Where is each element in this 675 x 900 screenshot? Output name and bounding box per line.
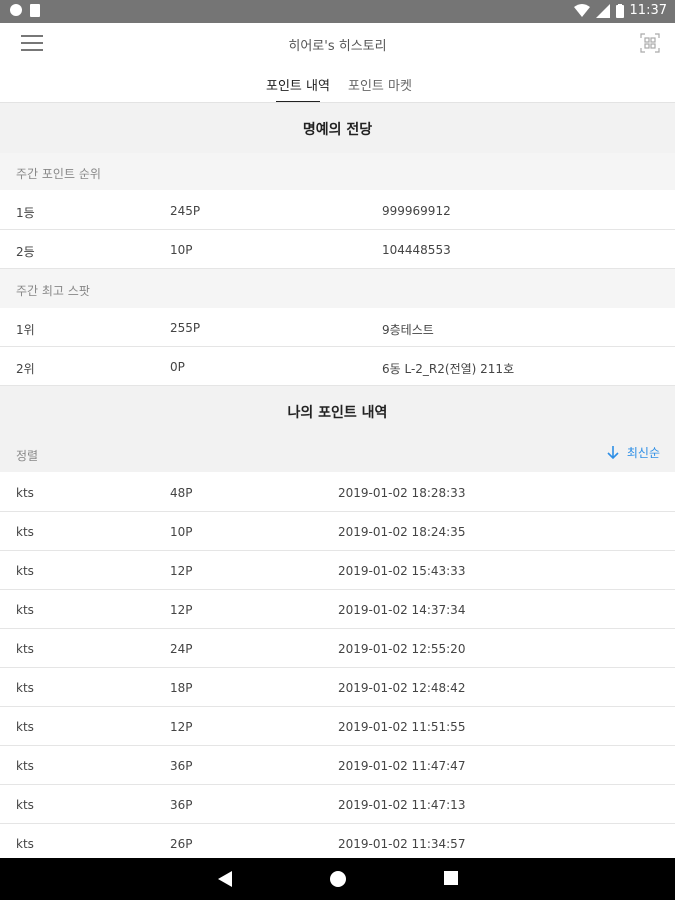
- arrow-down-icon: [607, 445, 619, 459]
- history-points: 12P: [170, 720, 193, 734]
- rank-name: 999969912: [382, 204, 451, 218]
- history-user: kts: [16, 603, 34, 617]
- history-user: kts: [16, 681, 34, 695]
- history-user: kts: [16, 798, 34, 812]
- wifi-icon: [573, 3, 590, 17]
- history-row: kts 18P 2019-01-02 12:48:42: [0, 668, 675, 707]
- recent-apps-icon[interactable]: [443, 870, 459, 886]
- spot-name: 9층테스트: [382, 323, 434, 337]
- sort-button[interactable]: 최신순: [607, 444, 660, 461]
- history-row: kts 24P 2019-01-02 12:55:20: [0, 629, 675, 668]
- history-points: 10P: [170, 525, 193, 539]
- page-title: 히어로's 히스토리: [288, 39, 387, 54]
- weekly-spot-band: [0, 269, 675, 308]
- history-points: 24P: [170, 642, 193, 656]
- status-time: 11:37: [629, 3, 667, 18]
- history-points: 12P: [170, 564, 193, 578]
- history-user: kts: [16, 759, 34, 773]
- rank-points: 245P: [170, 204, 201, 218]
- spot-rank-label: 2위: [16, 362, 35, 376]
- history-time: 2019-01-02 12:55:20: [338, 642, 466, 656]
- spot-points: 0P: [170, 360, 185, 374]
- weekly-rank-band: [0, 153, 675, 190]
- home-icon[interactable]: [329, 870, 347, 888]
- history-row: kts 48P 2019-01-02 18:28:33: [0, 473, 675, 512]
- history-time: 2019-01-02 15:43:33: [338, 564, 466, 578]
- history-row: kts 12P 2019-01-02 11:51:55: [0, 707, 675, 746]
- spot-rank-label: 1위: [16, 323, 35, 337]
- history-time: 2019-01-02 12:48:42: [338, 681, 466, 695]
- rank-label: 1등: [16, 206, 35, 220]
- hall-of-fame-title: 명예의 전당: [302, 122, 373, 138]
- qr-scan-icon[interactable]: [640, 33, 660, 53]
- rank-name: 104448553: [382, 243, 451, 257]
- sort-label: 정렬: [16, 449, 39, 463]
- history-row: kts 12P 2019-01-02 14:37:34: [0, 590, 675, 629]
- spot-name: 6동 L-2_R2(전열) 211호: [382, 362, 515, 376]
- rank-row: 2등 10P 104448553: [0, 230, 675, 269]
- my-points-header: [0, 386, 675, 472]
- history-points: 36P: [170, 759, 193, 773]
- status-bar: 11:37: [0, 0, 675, 23]
- history-user: kts: [16, 486, 34, 500]
- history-points: 48P: [170, 486, 193, 500]
- app-header: 히어로's 히스토리: [0, 23, 675, 67]
- navigation-bar: [0, 858, 675, 900]
- spot-row: 2위 0P 6동 L-2_R2(전열) 211호: [0, 347, 675, 386]
- tab-point-history[interactable]: 포인트 내역: [266, 75, 330, 94]
- tab-bar: 포인트 내역 포인트 마켓: [0, 67, 675, 103]
- rank-row: 1등 245P 999969912: [0, 191, 675, 230]
- history-time: 2019-01-02 14:37:34: [338, 603, 466, 617]
- battery-icon: [615, 3, 624, 18]
- spot-points: 255P: [170, 321, 201, 335]
- history-points: 18P: [170, 681, 193, 695]
- tab-point-market[interactable]: 포인트 마켓: [348, 75, 412, 94]
- rank-label: 2등: [16, 245, 35, 259]
- history-user: kts: [16, 720, 34, 734]
- history-row: kts 36P 2019-01-02 11:47:47: [0, 746, 675, 785]
- weekly-rank-header: 주간 포인트 순위: [16, 167, 101, 181]
- sort-value: 최신순: [626, 446, 660, 460]
- history-points: 12P: [170, 603, 193, 617]
- my-points-title: 나의 포인트 내역: [287, 405, 388, 421]
- history-time: 2019-01-02 11:34:57: [338, 837, 466, 851]
- weekly-spot-header: 주간 최고 스팟: [16, 284, 90, 298]
- cellular-signal-icon: [595, 3, 610, 18]
- spot-row: 1위 255P 9층테스트: [0, 308, 675, 347]
- back-icon[interactable]: [217, 870, 233, 888]
- history-user: kts: [16, 837, 34, 851]
- history-row: kts 10P 2019-01-02 18:24:35: [0, 512, 675, 551]
- history-points: 26P: [170, 837, 193, 851]
- notification-icon: [10, 4, 22, 16]
- history-user: kts: [16, 525, 34, 539]
- history-time: 2019-01-02 18:24:35: [338, 525, 466, 539]
- sd-card-icon: [30, 4, 40, 17]
- history-user: kts: [16, 642, 34, 656]
- history-row: kts 36P 2019-01-02 11:47:13: [0, 785, 675, 824]
- rank-points: 10P: [170, 243, 193, 257]
- history-row: kts 12P 2019-01-02 15:43:33: [0, 551, 675, 590]
- history-points: 36P: [170, 798, 193, 812]
- history-time: 2019-01-02 11:47:13: [338, 798, 466, 812]
- history-user: kts: [16, 564, 34, 578]
- history-time: 2019-01-02 11:51:55: [338, 720, 466, 734]
- history-time: 2019-01-02 11:47:47: [338, 759, 466, 773]
- history-time: 2019-01-02 18:28:33: [338, 486, 466, 500]
